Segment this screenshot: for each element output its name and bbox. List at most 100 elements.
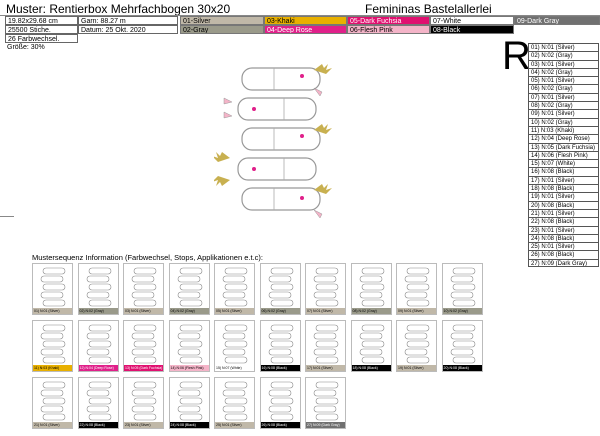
sequence-step: 25) N:01 (Silver) <box>528 242 599 251</box>
palette-swatch: 02-Gray <box>180 25 264 34</box>
thumbnail-label: 21) N:01 (Silver) <box>33 422 72 428</box>
palette-swatch: 01-Silver <box>180 16 264 25</box>
sequence-thumbnail: 24) N:08 (Black) <box>168 377 210 429</box>
sequence-thumbnail: 27) N:09 (Dark Gray) <box>305 377 346 429</box>
sequence-thumbnail: 20) N:08 (Black) <box>441 320 483 372</box>
sequence-step: 02) N:02 (Gray) <box>528 51 599 60</box>
sequence-step: 14) N:06 (Flesh Pink) <box>528 150 599 160</box>
sequence-step: 27) N:09 (Dark Gray) <box>528 258 599 268</box>
big-letter-mark: R <box>502 34 531 78</box>
thumbnail-label: 05) N:01 (Silver) <box>215 308 254 314</box>
sequence-thumbnail: 04) N:02 (Gray) <box>168 263 210 315</box>
sequence-thumbnail: 18) N:08 (Black) <box>350 320 392 372</box>
thumbnail-label: 14) N:06 (Flesh Pink) <box>169 365 209 371</box>
thumbnail-label: 04) N:02 (Gray) <box>169 308 209 314</box>
color-sequence-list: 01) N:01 (Silver) 02) N:02 (Gray) 03) N:01… <box>528 43 599 268</box>
sequence-thumbnail: 17) N:01 (Silver) <box>305 320 346 372</box>
sequence-step: 01) N:01 (Silver) <box>528 43 599 52</box>
reindeer-row-5 <box>241 184 332 219</box>
sequence-step: 03) N:01 (Silver) <box>528 59 599 68</box>
thumbnail-label: 19) N:01 (Silver) <box>397 365 436 371</box>
thumbnail-design-icon <box>131 324 157 364</box>
sequence-step: 13) N:05 (Dark Fuchsia) <box>528 142 599 151</box>
sequence-thumbnail: 21) N:01 (Silver) <box>32 377 73 429</box>
thumbnail-design-icon <box>40 381 66 421</box>
info-color-changes: 26 Farbwechsel. <box>5 34 78 43</box>
sequence-thumbnail: 25) N:01 (Silver) <box>214 377 255 429</box>
sequence-step: 07) N:01 (Silver) <box>528 92 599 102</box>
thumbnail-design-icon <box>313 267 339 307</box>
thumbnail-design-icon <box>450 267 475 307</box>
thumbnail-label: 03) N:01 (Silver) <box>124 308 163 314</box>
sequence-thumbnail: 13) N:05 (Dark Fuchsia) <box>123 320 164 372</box>
sequence-step: 26) N:08 (Black) <box>528 250 599 259</box>
sequence-step: 08) N:02 (Gray) <box>528 101 599 110</box>
sequence-thumbnail: 26) N:08 (Black) <box>259 377 301 429</box>
thumbnail-design-icon <box>40 267 66 307</box>
thumbnail-design-icon <box>313 381 339 421</box>
sequence-thumbnail: 23) N:01 (Silver) <box>123 377 164 429</box>
thumbnail-label: 12) N:04 (Deep Rose) <box>78 365 118 371</box>
thumbnail-design-icon <box>404 324 430 364</box>
thumbnail-design-icon <box>359 267 384 307</box>
sequence-step: 21) N:01 (Silver) <box>528 208 599 218</box>
thumbnail-design-icon <box>268 324 293 364</box>
palette-swatch: 03-Khaki <box>264 16 347 25</box>
thumbnail-label: 20) N:08 (Black) <box>442 365 482 371</box>
thumbnail-design-icon <box>177 381 202 421</box>
sequence-step: 24) N:08 (Black) <box>528 233 599 243</box>
thumbnail-label: 26) N:08 (Black) <box>260 422 300 428</box>
thumbnail-label: 11) N:03 (Khaki) <box>33 365 72 371</box>
sequence-step: 09) N:01 (Silver) <box>528 109 599 118</box>
thumbnail-design-icon <box>268 267 293 307</box>
thumbnail-design-icon <box>222 381 248 421</box>
thumbnail-design-icon <box>86 381 111 421</box>
thumbnail-design-icon <box>86 324 111 364</box>
sequence-thumbnail: 02) N:02 (Gray) <box>77 263 119 315</box>
sequence-step: 22) N:08 (Black) <box>528 217 599 226</box>
thumbnail-design-icon <box>404 267 430 307</box>
sequence-thumbnail: 16) N:08 (Black) <box>259 320 301 372</box>
sequence-thumbnail: 05) N:01 (Silver) <box>214 263 255 315</box>
margin-mark <box>0 216 14 217</box>
sequence-thumbnail: 03) N:01 (Silver) <box>123 263 164 315</box>
sequence-thumbnail: 07) N:01 (Silver) <box>305 263 346 315</box>
thumbnail-label: 27) N:09 (Dark Gray) <box>306 422 345 428</box>
thumbnail-label: 02) N:02 (Gray) <box>78 308 118 314</box>
sequence-step: 10) N:02 (Gray) <box>528 117 599 126</box>
palette-swatch: 08-Black <box>430 25 514 34</box>
thumbnail-design-icon <box>40 324 66 364</box>
sequence-thumbnail: 11) N:03 (Khaki) <box>32 320 73 372</box>
sequence-step: 17) N:01 (Silver) <box>528 175 599 185</box>
sequence-thumbnail: 09) N:01 (Silver) <box>396 263 437 315</box>
palette-swatch: 05-Dark Fuchsia <box>347 16 430 25</box>
thumbnail-label: 16) N:08 (Black) <box>260 365 300 371</box>
thumbnail-design-icon <box>268 381 293 421</box>
sequence-thumbnail: 10) N:02 (Gray) <box>441 263 483 315</box>
thumbnail-label: 23) N:01 (Silver) <box>124 422 163 428</box>
thumbnail-design-icon <box>450 324 475 364</box>
thumbnail-label: 24) N:08 (Black) <box>169 422 209 428</box>
thumbnail-design-icon <box>222 267 248 307</box>
reindeer-row-4 <box>212 152 317 186</box>
sequence-step: 11) N:03 (Khaki) <box>528 125 599 135</box>
info-size: 19.82x29.68 cm <box>5 16 78 25</box>
reindeer-row-1 <box>241 64 332 97</box>
info-date: Datum: 25 Okt. 2020 <box>78 25 178 34</box>
sequence-info-title: Mustersequenz Information (Farbwechsel, … <box>32 253 263 262</box>
company-name: Femininas Bastelallerlei <box>365 2 492 16</box>
thumbnail-design-icon <box>313 324 339 364</box>
sequence-thumbnail: 06) N:02 (Gray) <box>259 263 301 315</box>
sequence-step: 05) N:01 (Silver) <box>528 76 599 85</box>
thumbnail-label: 06) N:02 (Gray) <box>260 308 300 314</box>
sequence-step: 16) N:08 (Black) <box>528 167 599 176</box>
reindeer-row-2 <box>223 97 317 121</box>
palette-swatch: 04-Deep Rose <box>264 25 347 34</box>
sequence-thumbnail: 22) N:08 (Black) <box>77 377 119 429</box>
thumbnail-design-icon <box>86 267 111 307</box>
thumbnail-design-icon <box>177 324 202 364</box>
thumbnail-label: 25) N:01 (Silver) <box>215 422 254 428</box>
sequence-step: 06) N:02 (Gray) <box>528 84 599 93</box>
sequence-thumbnail: 12) N:04 (Deep Rose) <box>77 320 119 372</box>
thumbnail-design-icon <box>131 381 157 421</box>
